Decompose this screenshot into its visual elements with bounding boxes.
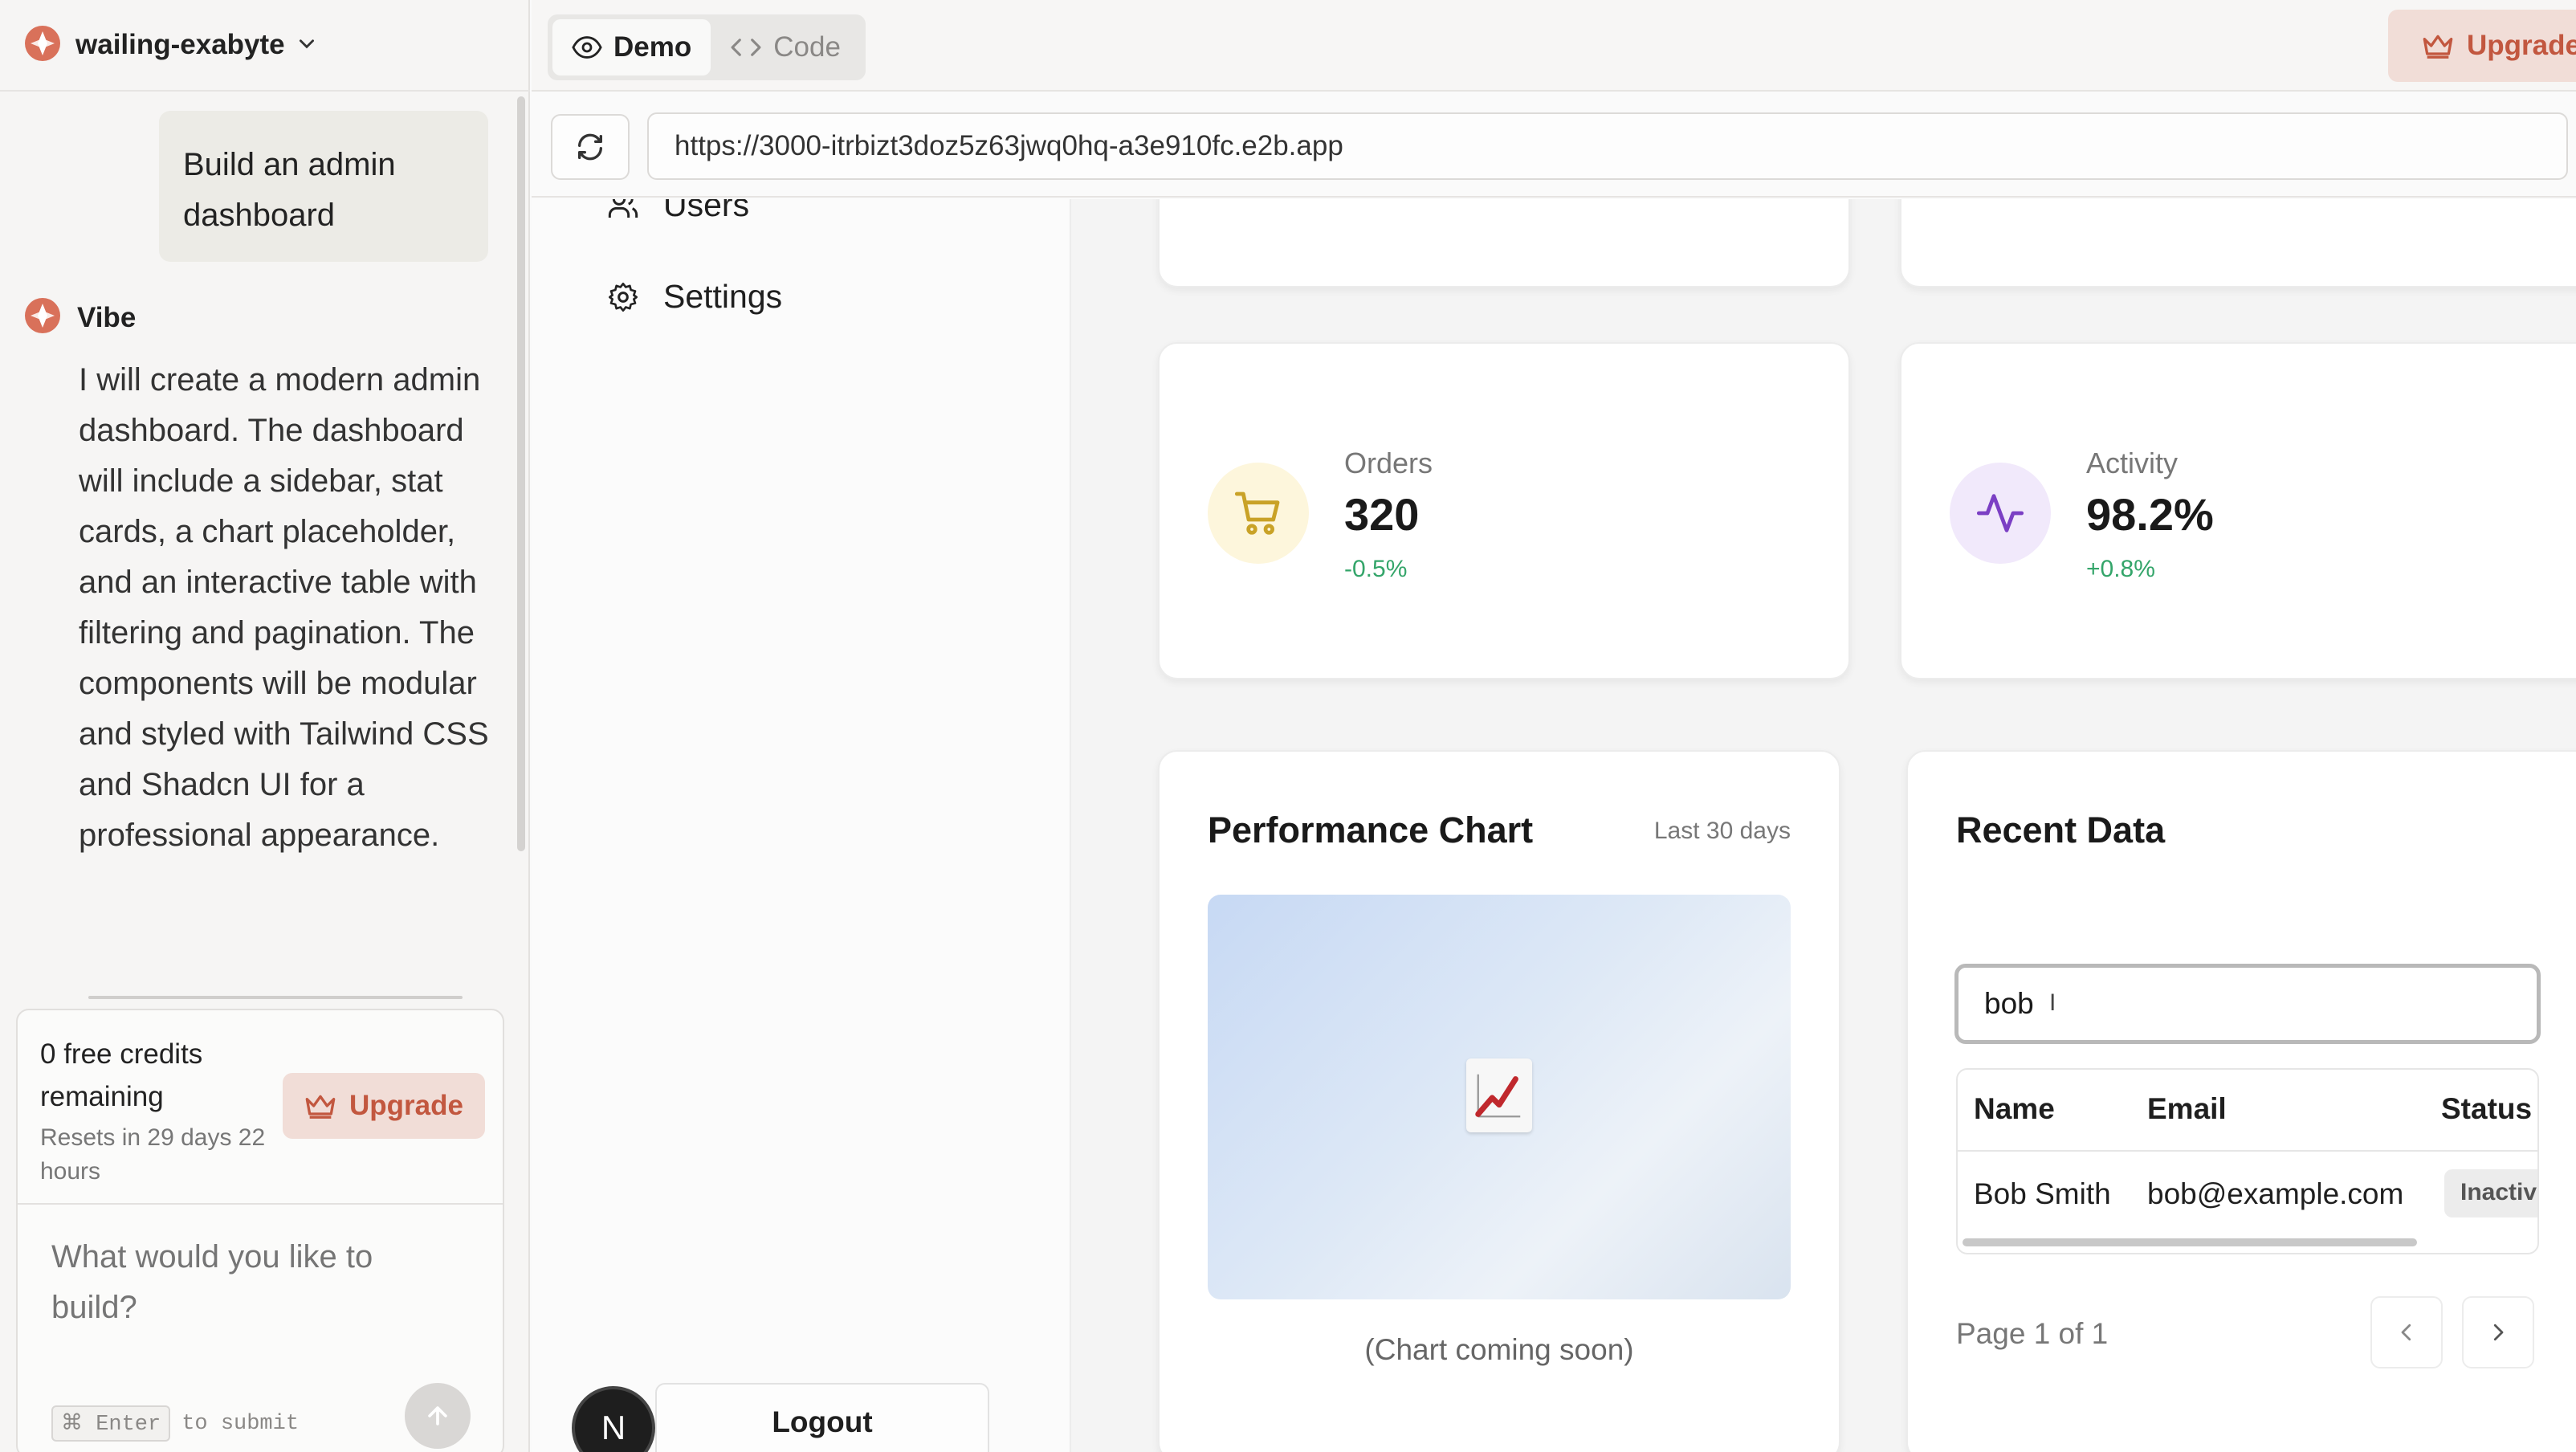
code-icon (731, 39, 761, 56)
tab-label: Code (773, 31, 841, 63)
arrow-up-icon (428, 1406, 447, 1425)
recent-data-card: Recent Data I Name Email Status Bob Smit… (1906, 750, 2576, 1452)
tab-label: Demo (613, 31, 692, 63)
users-icon (608, 199, 638, 218)
assistant-message: I will create a modern admin dashboard. … (79, 362, 489, 853)
status-badge: Inactive (2444, 1169, 2537, 1217)
credits-info: 0 free credits remaining Resets in 29 da… (40, 1033, 281, 1189)
hint-text: to submit (181, 1411, 300, 1436)
credits-title: 0 free credits remaining (40, 1038, 203, 1112)
sidebar-item-label: Settings (663, 278, 783, 315)
data-table: Name Email Status Bob Smith bob@example.… (1956, 1068, 2539, 1254)
logout-button[interactable]: Logout (655, 1383, 989, 1452)
crown-icon (2423, 35, 2453, 59)
avatar[interactable]: N (572, 1386, 655, 1452)
enter-key: ⌘ Enter (51, 1405, 171, 1442)
chart-placeholder (1208, 895, 1791, 1299)
chart-note: (Chart coming soon) (1364, 1333, 1634, 1366)
stat-value: 320 (1344, 489, 1420, 540)
eye-icon (572, 36, 602, 59)
chat-scrollbar[interactable] (517, 96, 525, 851)
stat-value: 98.2% (2086, 489, 2214, 540)
divider (88, 996, 463, 999)
cell-email: bob@example.com (2147, 1177, 2404, 1210)
prompt-input[interactable] (51, 1232, 437, 1333)
next-page-button[interactable] (2462, 1296, 2534, 1368)
project-switcher[interactable]: wailing-exabyte (0, 0, 530, 92)
performance-chart-card: Performance Chart Last 30 days (Chart co… (1158, 750, 1840, 1452)
url-field[interactable]: https://3000-itrbizt3doz5z63jwq0hq-a3e91… (647, 112, 2568, 180)
chat-panel: wailing-exabyte Build an admin dashboard… (0, 0, 530, 1452)
assistant-name: Vibe (77, 301, 137, 333)
sidebar-item-label: Users (663, 199, 750, 223)
stat-label: Orders (1344, 447, 1433, 479)
upgrade-button[interactable]: Upgrade (283, 1073, 485, 1139)
divider (1958, 1150, 2537, 1152)
top-bar: Demo Code Upgrade (532, 0, 2576, 92)
vibe-logo-icon (24, 25, 61, 66)
text-cursor-icon: I (2049, 989, 2056, 1016)
shopping-cart-icon (1208, 463, 1309, 564)
column-header-status[interactable]: Status (2441, 1092, 2532, 1126)
upgrade-button[interactable]: Upgrade (2388, 10, 2576, 82)
tab-demo[interactable]: Demo (552, 19, 711, 75)
sidebar-item-users[interactable]: Users (607, 199, 749, 224)
app-sidebar: Users Settings Logout N (532, 199, 1071, 1452)
column-header-email[interactable]: Email (2147, 1092, 2227, 1126)
stat-card (1900, 199, 2576, 288)
url-bar: https://3000-itrbizt3doz5z63jwq0hq-a3e91… (532, 93, 2576, 198)
gear-icon (609, 282, 638, 312)
chart-title: Performance Chart (1208, 810, 1534, 850)
stat-change: -0.5% (1344, 556, 1408, 582)
submit-hint: ⌘ Enter to submit (51, 1405, 299, 1442)
stat-card-activity: Activity 98.2% +0.8% (1900, 342, 2576, 679)
chevron-left-icon (2401, 1324, 2411, 1341)
view-switcher: Demo Code (548, 14, 866, 80)
column-header-name[interactable]: Name (1974, 1092, 2055, 1126)
upgrade-label: Upgrade (349, 1090, 463, 1121)
table-title: Recent Data (1956, 810, 2166, 850)
app-preview: Users Settings Logout N Orders 320 -0.5%… (532, 199, 2576, 1452)
stat-change: +0.8% (2086, 556, 2155, 582)
table-filter-input[interactable] (1954, 964, 2541, 1044)
stat-card (1158, 199, 1850, 288)
table-scrollbar[interactable] (1963, 1238, 2417, 1246)
vibe-logo-icon (24, 297, 61, 338)
send-button[interactable] (405, 1383, 471, 1449)
crown-icon (305, 1095, 336, 1119)
chart-increasing-icon (1466, 1058, 1532, 1132)
credits-reset: Resets in 29 days 22 hours (40, 1124, 266, 1185)
composer: 0 free credits remaining Resets in 29 da… (16, 1009, 504, 1452)
stat-label: Activity (2086, 447, 2179, 479)
chart-range: Last 30 days (1653, 818, 1791, 844)
prev-page-button[interactable] (2370, 1296, 2443, 1368)
project-name: wailing-exabyte (75, 29, 285, 60)
chevron-right-icon (2493, 1324, 2504, 1341)
assistant-header: Vibe (24, 297, 136, 338)
activity-icon (1950, 463, 2051, 564)
page-info: Page 1 of 1 (1956, 1317, 2109, 1350)
divider (18, 1203, 503, 1205)
user-message: Build an admin dashboard (159, 111, 488, 262)
refresh-icon (578, 133, 602, 161)
upgrade-label: Upgrade (2467, 30, 2576, 61)
refresh-button[interactable] (551, 114, 630, 180)
cell-name: Bob Smith (1974, 1177, 2111, 1210)
chevron-down-icon (296, 33, 317, 58)
tab-code[interactable]: Code (711, 19, 860, 75)
sidebar-item-settings[interactable]: Settings (607, 278, 782, 316)
stat-card-orders: Orders 320 -0.5% (1158, 342, 1850, 679)
